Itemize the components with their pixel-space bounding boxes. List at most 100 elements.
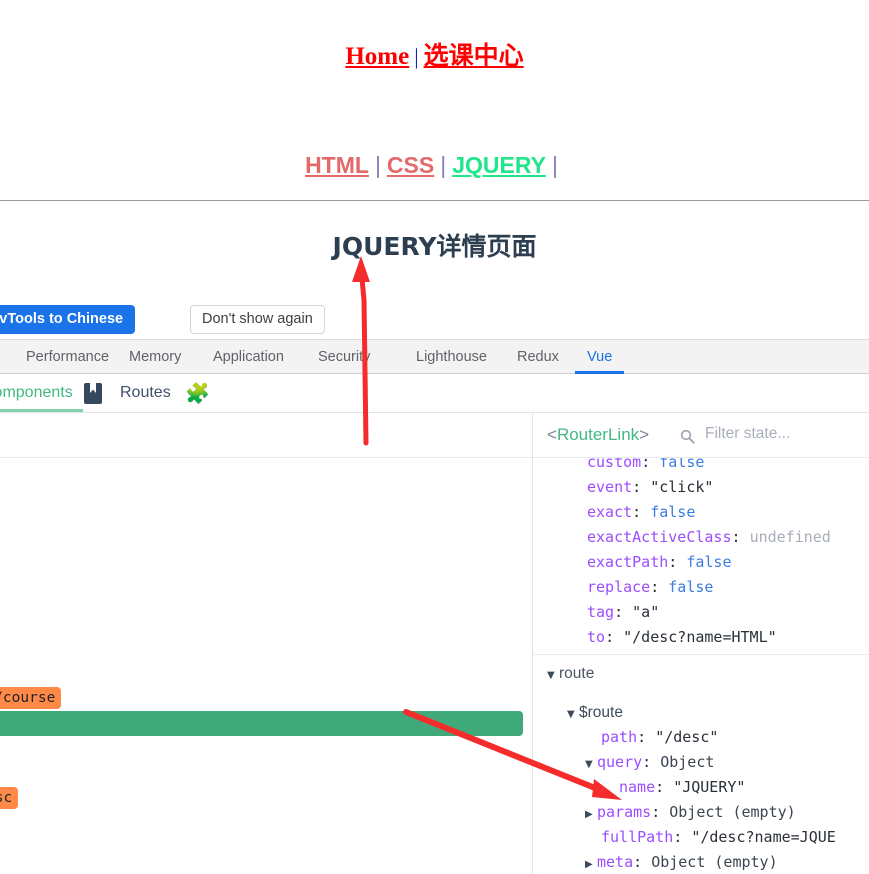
state-key-exactactiveclass: exactActiveClass [587, 528, 732, 546]
state-row-name[interactable]: name: "JQUERY" [619, 775, 745, 800]
state-row-path[interactable]: path: "/desc" [601, 725, 718, 750]
sep: : [637, 728, 656, 746]
state-row-meta[interactable]: ▶ meta: Object (empty) [585, 850, 778, 874]
state-value-replace: false [668, 578, 714, 596]
vue-subtab-components[interactable]: Components [0, 374, 83, 412]
filter-state-input[interactable]: Filter state... [705, 425, 790, 443]
state-row-fullpath[interactable]: fullPath: "/desc?name=JQUE [601, 825, 836, 850]
state-section-route[interactable]: ▼ route [547, 661, 594, 686]
nav-separator: | [414, 44, 419, 69]
state-value-event: "click" [650, 478, 714, 496]
book-icon [84, 383, 102, 404]
state-value-to: "/desc?name=HTML" [623, 628, 777, 646]
chevron-down-icon[interactable]: ▼ [567, 702, 579, 727]
state-row-params[interactable]: ▶ params: Object (empty) [585, 800, 796, 825]
state-inspector-header: <RouterLink> Filter state... [533, 413, 869, 458]
sub-nav-separator-3: | [551, 152, 558, 178]
tab-lighthouse[interactable]: Lighthouse [404, 340, 499, 374]
sep: : [668, 553, 687, 571]
tab-security[interactable]: Security [306, 340, 382, 374]
puzzle-piece-icon[interactable]: 🧩 [185, 384, 210, 405]
state-row-tag[interactable]: tag: "a" [587, 600, 659, 625]
state-node-route-label: $route [579, 704, 623, 721]
tab-memory[interactable]: Memory [117, 340, 193, 374]
sub-navigation: HTML | CSS | JQUERY | [0, 152, 869, 179]
state-value-exactactiveclass: undefined [749, 528, 831, 546]
state-key-event: event [587, 478, 633, 496]
state-row-to[interactable]: to: "/desc?name=HTML" [587, 625, 777, 650]
switch-devtools-language-button[interactable]: Switch DevTools to Chinese [0, 305, 136, 334]
state-row-query[interactable]: ▼ query: Object [585, 750, 714, 775]
state-key-fullpath: fullPath [601, 828, 674, 846]
tab-vue[interactable]: Vue [575, 340, 625, 374]
sep: : [632, 503, 651, 521]
state-key-replace: replace [587, 578, 651, 596]
sep: : [650, 578, 669, 596]
horizontal-divider [0, 200, 869, 201]
state-property-list: custom: false event: "click" exact: fals… [533, 458, 869, 874]
tab-application[interactable]: Application [201, 340, 296, 374]
nav-link-course-center[interactable]: 选课中心 [424, 41, 524, 70]
state-key-to: to [587, 628, 606, 646]
sub-nav-link-css[interactable]: CSS [387, 152, 434, 178]
devtools-language-banner: Switch DevTools to Chinese Don't show ag… [0, 290, 869, 339]
tab-performance[interactable]: Performance [14, 340, 121, 374]
tree-badge-course: w: /course [0, 687, 62, 709]
sub-nav-link-html[interactable]: HTML [305, 152, 369, 178]
state-value-meta: Object (empty) [651, 853, 778, 871]
state-row-replace[interactable]: replace: false [587, 575, 713, 600]
state-node-route-object[interactable]: ▼ $route [567, 700, 623, 725]
state-key-exactpath: exactPath [587, 553, 669, 571]
state-row-exactpath[interactable]: exactPath: false [587, 550, 732, 575]
sep: : [614, 603, 633, 621]
sep: : [731, 528, 750, 546]
sep: : [641, 458, 660, 471]
state-key-meta: meta [597, 853, 634, 871]
sep: : [642, 753, 661, 771]
state-row-exact[interactable]: exact: false [587, 500, 695, 525]
state-key-tag: tag [587, 603, 615, 621]
sep: : [605, 628, 624, 646]
sep: : [673, 828, 692, 846]
state-row-exactactiveclass[interactable]: exactActiveClass: undefined [587, 525, 831, 550]
state-key-name: name [619, 778, 656, 796]
screenshot-root: Home|选课中心 HTML|CSS|JQUERY| JQUERY详情页面 Sw… [0, 0, 869, 874]
state-row-custom[interactable]: custom: false [587, 458, 704, 475]
chevron-right-icon[interactable]: ▶ [585, 852, 597, 874]
page-title: JQUERY详情页面 [332, 232, 537, 261]
state-key-custom: custom [587, 458, 642, 471]
component-tree-toolbar [0, 413, 532, 458]
sep: : [651, 803, 670, 821]
sep: : [632, 478, 651, 496]
tree-badge-desc: esc [0, 787, 19, 809]
chevron-down-icon[interactable]: ▼ [547, 663, 559, 688]
state-key-query: query [597, 753, 643, 771]
chevron-right-icon[interactable]: ▶ [585, 802, 597, 827]
state-section-route-label: route [559, 665, 595, 682]
state-inspector-pane: <RouterLink> Filter state... custom: fal… [533, 413, 869, 874]
chevron-down-icon[interactable]: ▼ [585, 752, 597, 777]
sub-nav-link-jquery[interactable]: JQUERY [452, 152, 546, 178]
state-value-exactpath: false [686, 553, 732, 571]
state-group-divider [533, 654, 869, 655]
component-tree-selected-row[interactable] [0, 711, 523, 736]
state-value-params: Object (empty) [669, 803, 796, 821]
selected-component-name: <RouterLink> [547, 425, 649, 445]
state-value-path: "/desc" [655, 728, 719, 746]
tab-redux[interactable]: Redux [505, 340, 571, 374]
state-value-name: "JQUERY" [673, 778, 746, 796]
vue-devtools-subtab-bar: Components Routes [0, 374, 869, 413]
component-tree-pane: w: /course esc [0, 413, 533, 874]
sep: : [633, 853, 652, 871]
top-navigation: Home | 选课中心 [0, 36, 869, 72]
vue-subtab-routes[interactable]: Routes [110, 374, 181, 412]
nav-link-home[interactable]: Home [345, 43, 409, 70]
devtools-panel: Switch DevTools to Chinese Don't show ag… [0, 290, 869, 874]
sub-nav-separator-1: | [374, 152, 381, 178]
state-value-custom: false [659, 458, 705, 471]
dont-show-again-button[interactable]: Don't show again [190, 305, 325, 334]
component-name-text: RouterLink [556, 425, 640, 444]
state-value-fullpath: "/desc?name=JQUE [691, 828, 836, 846]
state-row-event[interactable]: event: "click" [587, 475, 713, 500]
sep: : [655, 778, 674, 796]
